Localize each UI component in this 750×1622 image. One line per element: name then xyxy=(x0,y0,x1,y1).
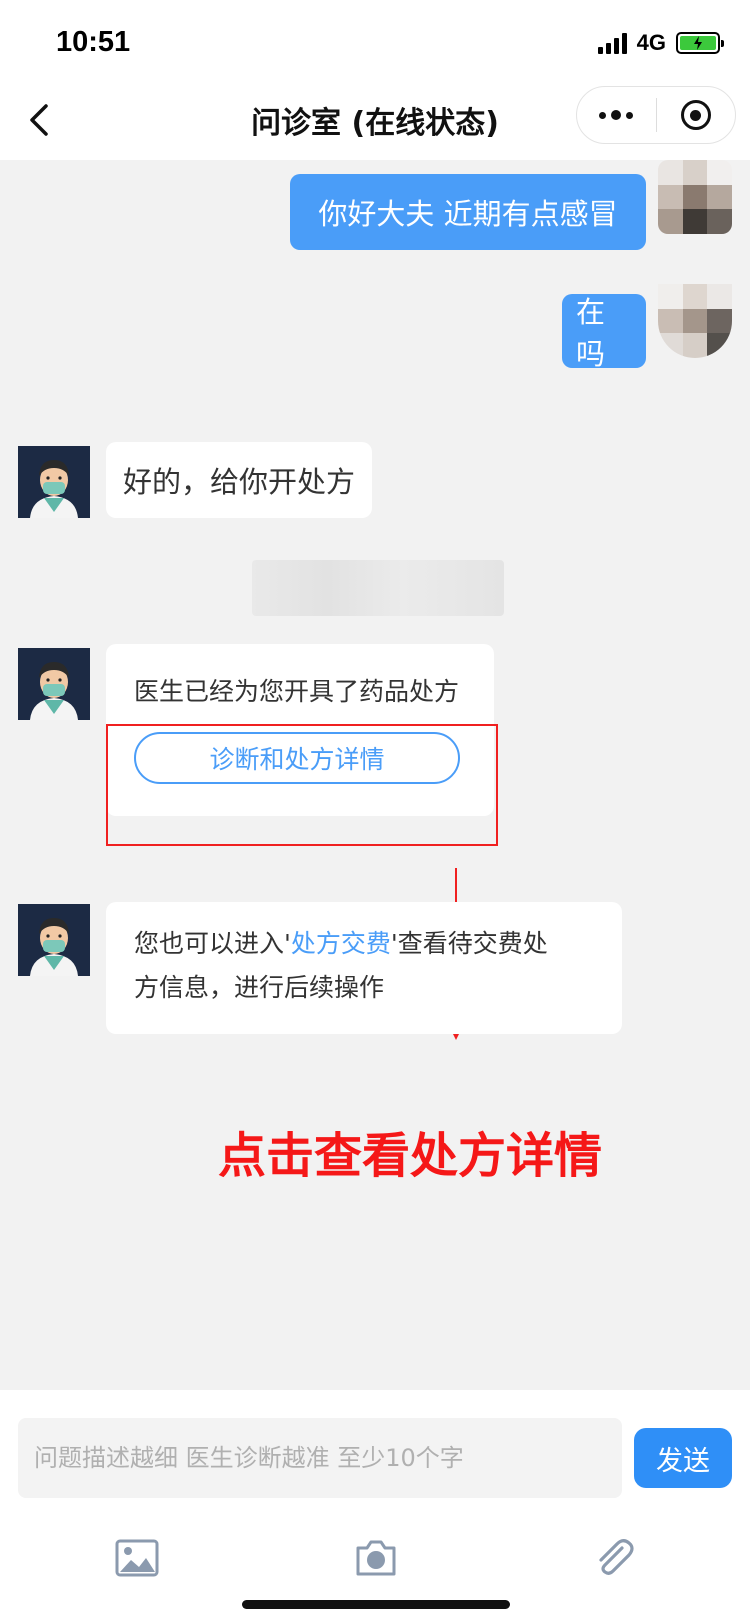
status-indicators: 4G xyxy=(597,30,724,56)
prescription-notice: 医生已经为您开具了药品处方 xyxy=(134,677,460,706)
message-line: 方信息，进行后续操作 xyxy=(134,973,385,1002)
user-message: 在吗 xyxy=(562,294,646,371)
blurred-notice xyxy=(252,560,504,616)
nav-bar: 问诊室 (在线状态) xyxy=(0,80,750,160)
input-area: 发送 xyxy=(0,1390,750,1622)
message-text: '查看待交费处 xyxy=(390,929,548,958)
image-icon[interactable] xyxy=(115,1538,159,1578)
doctor-avatar[interactable] xyxy=(18,904,90,976)
more-icon[interactable] xyxy=(577,87,656,143)
send-button[interactable]: 发送 xyxy=(634,1428,732,1488)
annotation-highlight-box xyxy=(106,724,498,846)
doctor-message: 好的，给你开处方 xyxy=(106,442,372,518)
message-input[interactable] xyxy=(18,1418,622,1498)
status-time: 10:51 xyxy=(56,26,131,58)
doctor-avatar[interactable] xyxy=(18,648,90,720)
home-indicator xyxy=(242,1600,510,1609)
user-avatar[interactable] xyxy=(658,284,732,358)
network-type: 4G xyxy=(636,30,666,55)
doctor-message: 您也可以进入'处方交费'查看待交费处 方信息，进行后续操作 xyxy=(106,902,622,1034)
message-text: 您也可以进入' xyxy=(134,929,291,958)
message-line: 您也可以进入'处方交费'查看待交费处 xyxy=(134,922,622,966)
doctor-avatar[interactable] xyxy=(18,446,90,518)
status-bar: 10:51 4G xyxy=(0,0,750,80)
attachment-icon[interactable] xyxy=(592,1538,636,1578)
user-avatar[interactable] xyxy=(658,160,732,234)
payment-link[interactable]: 处方交费 xyxy=(291,929,391,958)
camera-icon[interactable] xyxy=(354,1538,398,1578)
mini-program-capsule xyxy=(576,86,736,144)
annotation-text: 点击查看处方详情 xyxy=(218,1128,603,1184)
user-message: 你好大夫 近期有点感冒 xyxy=(290,174,646,250)
chat-area[interactable]: 你好大夫 近期有点感冒 在吗 好的，给你开处方 医生已经为您开具了药品处方 诊断… xyxy=(0,160,750,1390)
close-program-icon[interactable] xyxy=(657,87,736,143)
battery-icon xyxy=(676,32,724,54)
signal-icon xyxy=(597,32,627,54)
